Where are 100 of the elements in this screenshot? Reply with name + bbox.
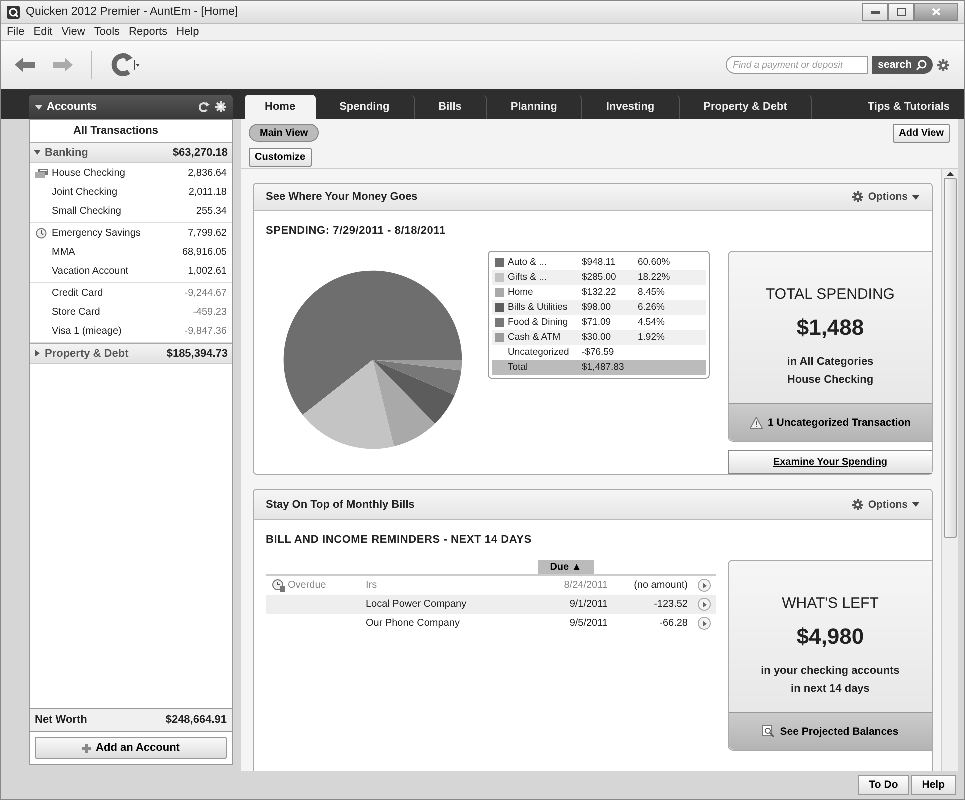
reminder-row[interactable]: Overdue Irs 8/24/2011 (no amount) <box>266 576 716 595</box>
search-button[interactable]: search <box>872 56 933 74</box>
refresh-icon[interactable] <box>199 102 211 112</box>
summary-amount: $4,980 <box>796 624 864 650</box>
account-name: House Checking <box>52 168 126 179</box>
legend-amount: $132.22 <box>582 287 618 298</box>
account-row[interactable]: Visa 1 (mieage) -9,847.36 <box>30 322 232 341</box>
gear-icon <box>852 498 864 510</box>
minimize-icon <box>870 10 880 14</box>
play-icon <box>702 620 706 626</box>
account-row[interactable]: Small Checking 255.34 <box>30 202 232 221</box>
menu-item[interactable]: File <box>7 26 25 38</box>
account-row[interactable]: Store Card -459.23 <box>30 303 232 322</box>
section-heading: BILL AND INCOME REMINDERS - NEXT 14 DAYS <box>266 534 533 546</box>
summary-caption: in All Categories <box>787 355 874 370</box>
menu-item[interactable]: View <box>62 26 86 38</box>
maximize-button[interactable] <box>888 3 914 21</box>
examine-spending-button[interactable]: Examine Your Spending <box>728 450 932 474</box>
legend-amount: $98.00 <box>582 302 612 313</box>
caret-icon <box>912 194 920 200</box>
due-date-cell-text: 8/24/2011 <box>563 580 608 591</box>
account-balance: 255.34 <box>196 206 227 217</box>
summary-title: TOTAL SPENDING <box>766 286 895 303</box>
customize-button[interactable]: Customize <box>249 148 312 167</box>
section-heading: SPENDING: 7/29/2011 - 8/18/2011 <box>266 225 447 237</box>
play-icon <box>702 582 706 588</box>
account-name: Visa 1 (mieage) <box>52 326 123 337</box>
account-balance: -459.23 <box>193 307 227 318</box>
legend-amount: $71.09 <box>582 317 612 328</box>
card-icon <box>34 169 48 178</box>
menu-item[interactable]: Edit <box>34 26 53 38</box>
all-transactions-item[interactable]: All Transactions <box>30 120 232 142</box>
magnifier-icon <box>762 725 776 738</box>
menu-item[interactable]: Reports <box>129 26 168 38</box>
menu-item[interactable]: Help <box>176 26 200 38</box>
group-total: $63,270.18 <box>172 146 228 158</box>
legend-amount: $30.00 <box>582 332 612 343</box>
options-button[interactable]: Options <box>852 498 920 510</box>
reminder-row[interactable]: Local Power Company 9/1/2011 -123.52 <box>266 595 716 614</box>
account-group-header[interactable]: Property & Debt $185,394.73 <box>30 343 232 364</box>
footer-button[interactable]: To Do <box>858 775 910 795</box>
caret-icon <box>35 104 43 110</box>
account-row[interactable]: Emergency Savings 7,799.62 <box>30 224 232 243</box>
group-name: Banking <box>45 146 90 158</box>
close-button[interactable] <box>914 3 958 21</box>
refresh-icon[interactable] <box>110 52 140 78</box>
legend-label: Bills & Utilities <box>508 302 569 313</box>
group-total: $185,394.73 <box>166 348 228 360</box>
summary-link-button[interactable]: See Projected Balances <box>729 712 932 750</box>
account-balance: -9,847.36 <box>184 326 227 337</box>
footer-button[interactable]: Help <box>911 775 956 795</box>
account-balance: 7,799.62 <box>188 228 227 239</box>
legend-amount: $948.11 <box>582 257 617 268</box>
search-field[interactable]: Find a payment or deposit <box>726 56 868 74</box>
add-view-button[interactable]: Add View <box>893 124 950 142</box>
legend-percent: 6.26% <box>638 302 666 313</box>
legend-amount: -$76.59 <box>582 347 616 358</box>
summary-title: WHAT'S LEFT <box>782 595 879 612</box>
reminder-row[interactable]: Our Phone Company 9/5/2011 -66.28 <box>266 614 716 633</box>
summary-link-button[interactable]: 1 Uncategorized Transaction <box>729 403 932 441</box>
go-button[interactable] <box>698 579 711 592</box>
clock-icon <box>36 228 46 239</box>
account-group-header[interactable]: Banking $63,270.18 <box>30 142 232 163</box>
account-row[interactable]: MMA 68,916.05 <box>30 243 232 262</box>
back-arrow-icon[interactable] <box>15 58 35 72</box>
payee-cell-text: Our Phone Company <box>366 618 461 629</box>
due-column-header[interactable]: Due ▲ <box>538 560 594 574</box>
account-row[interactable]: Joint Checking 2,011.18 <box>30 183 232 202</box>
view-tab[interactable]: Main View <box>249 124 320 142</box>
minimize-button[interactable] <box>862 3 888 21</box>
scrollbar[interactable] <box>941 169 958 771</box>
settings-icon <box>215 101 227 113</box>
account-row[interactable]: Credit Card -9,244.67 <box>30 284 232 303</box>
account-balance: -9,244.67 <box>184 288 227 299</box>
legend-label: Total <box>508 362 530 373</box>
add-account-button[interactable]: Add an Account <box>35 737 227 759</box>
due-date-cell-text: 9/5/2011 <box>568 618 608 629</box>
due-date-cell-text: 9/1/2011 <box>568 599 608 610</box>
menu-item[interactable]: Tools <box>94 26 120 38</box>
scroll-up-icon[interactable] <box>946 172 954 176</box>
options-button[interactable]: Options <box>852 191 920 203</box>
account-row[interactable]: House Checking 2,836.64 <box>30 164 232 183</box>
legend-label: Gifts & ... <box>508 272 548 283</box>
legend-percent: 18.22% <box>638 272 672 283</box>
group-name: Property & Debt <box>45 348 130 360</box>
legend-amount: $1,487.83 <box>582 362 626 373</box>
nav-tab[interactable]: Home <box>245 95 316 119</box>
account-balance: 68,916.05 <box>182 247 227 258</box>
legend-amount: $285.00 <box>582 272 618 283</box>
summary-amount: $1,488 <box>796 315 864 341</box>
payee-cell-text: Irs <box>366 580 378 591</box>
tips-tab[interactable]: Tips & Tutorials <box>854 95 964 119</box>
account-name: Vacation Account <box>52 266 130 277</box>
legend-label: Uncategorized <box>508 347 570 358</box>
go-button[interactable] <box>698 598 711 611</box>
app-logo-icon <box>7 6 20 18</box>
go-button[interactable] <box>698 617 711 630</box>
status-text: Overdue <box>288 580 326 591</box>
account-row[interactable]: Vacation Account 1,002.61 <box>30 262 232 281</box>
plus-icon <box>82 744 92 752</box>
